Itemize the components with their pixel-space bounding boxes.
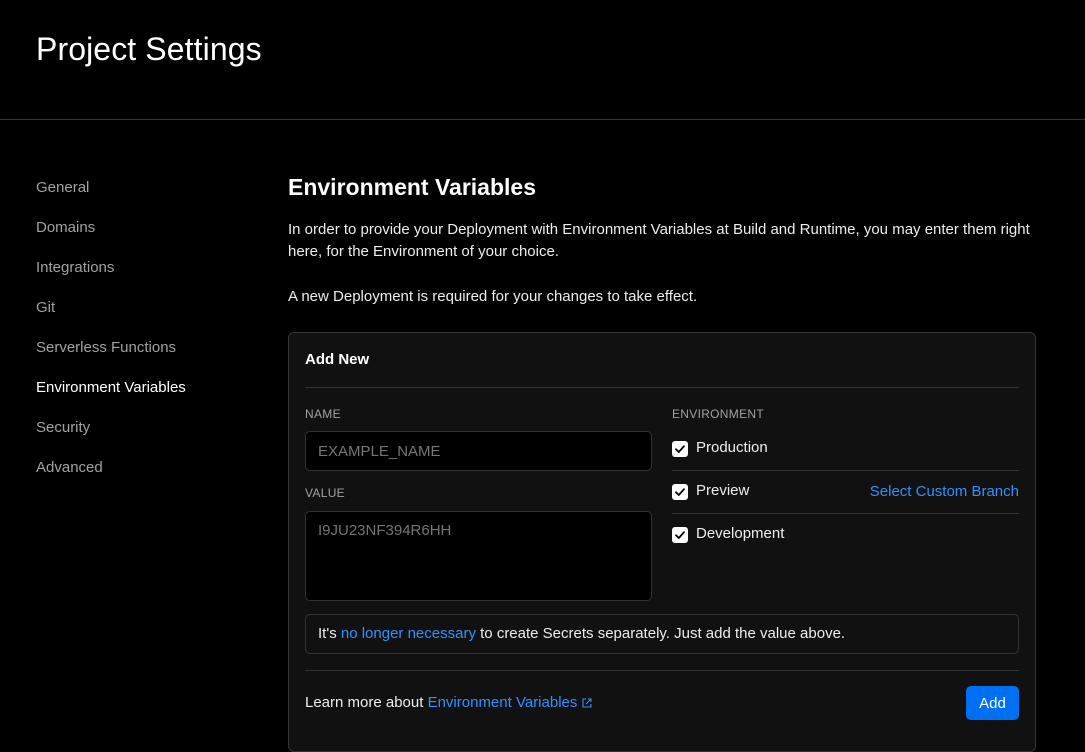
sidebar-item-domains[interactable]: Domains (36, 208, 256, 248)
secrets-notice: It's no longer necessary to create Secre… (305, 614, 1019, 654)
value-input[interactable] (305, 511, 652, 601)
environment-variables-docs-link[interactable]: Environment Variables (428, 694, 578, 711)
development-checkbox[interactable] (672, 527, 688, 543)
learn-more-prefix: Learn more about (305, 694, 428, 711)
env-row-preview: Preview Select Custom Branch (672, 472, 1019, 514)
settings-sidebar: General Domains Integrations Git Serverl… (36, 168, 256, 488)
env-divider (672, 470, 1019, 471)
section-title: Environment Variables (288, 174, 536, 200)
sidebar-item-integrations[interactable]: Integrations (36, 248, 256, 288)
env-divider (672, 513, 1019, 514)
deployment-notice: A new Deployment is required for your ch… (288, 288, 698, 305)
sidebar-item-advanced[interactable]: Advanced (36, 448, 256, 488)
production-checkbox[interactable] (672, 441, 688, 457)
sidebar-item-serverless-functions[interactable]: Serverless Functions (36, 328, 256, 368)
secrets-notice-suffix: to create Secrets separately. Just add t… (475, 625, 846, 642)
card-footer-divider (305, 670, 1019, 671)
section-description: In order to provide your Deployment with… (288, 221, 1030, 260)
page-title: Project Settings (36, 31, 262, 67)
name-input[interactable] (305, 431, 652, 471)
preview-label: Preview (696, 482, 750, 499)
card-title: Add New (305, 351, 370, 368)
environment-label: ENVIRONMENT (672, 407, 764, 421)
sidebar-item-security[interactable]: Security (36, 408, 256, 448)
learn-more-text: Learn more about Environment Variables (305, 694, 593, 711)
check-icon (675, 488, 685, 496)
external-link-icon (582, 698, 592, 708)
production-label: Production (696, 439, 768, 456)
add-new-card: Add New NAME VALUE ENVIRONMENT Productio… (288, 332, 1036, 752)
add-button[interactable]: Add (966, 686, 1019, 720)
no-longer-necessary-link[interactable]: no longer necessary (341, 625, 476, 642)
sidebar-item-environment-variables[interactable]: Environment Variables (36, 368, 256, 408)
check-icon (675, 445, 685, 453)
page-header: Project Settings (0, 0, 1085, 120)
name-label: NAME (305, 407, 341, 421)
select-custom-branch-link[interactable]: Select Custom Branch (870, 483, 1019, 500)
env-row-production: Production (672, 429, 1019, 471)
development-label: Development (696, 525, 785, 542)
sidebar-item-general[interactable]: General (36, 168, 256, 208)
sidebar-item-git[interactable]: Git (36, 288, 256, 328)
main-content: Environment Variables In order to provid… (288, 168, 1036, 752)
secrets-notice-prefix: It's (318, 625, 341, 642)
check-icon (675, 531, 685, 539)
value-label: VALUE (305, 486, 345, 500)
card-divider (305, 387, 1019, 388)
preview-checkbox[interactable] (672, 484, 688, 500)
env-row-development: Development (672, 515, 1019, 557)
